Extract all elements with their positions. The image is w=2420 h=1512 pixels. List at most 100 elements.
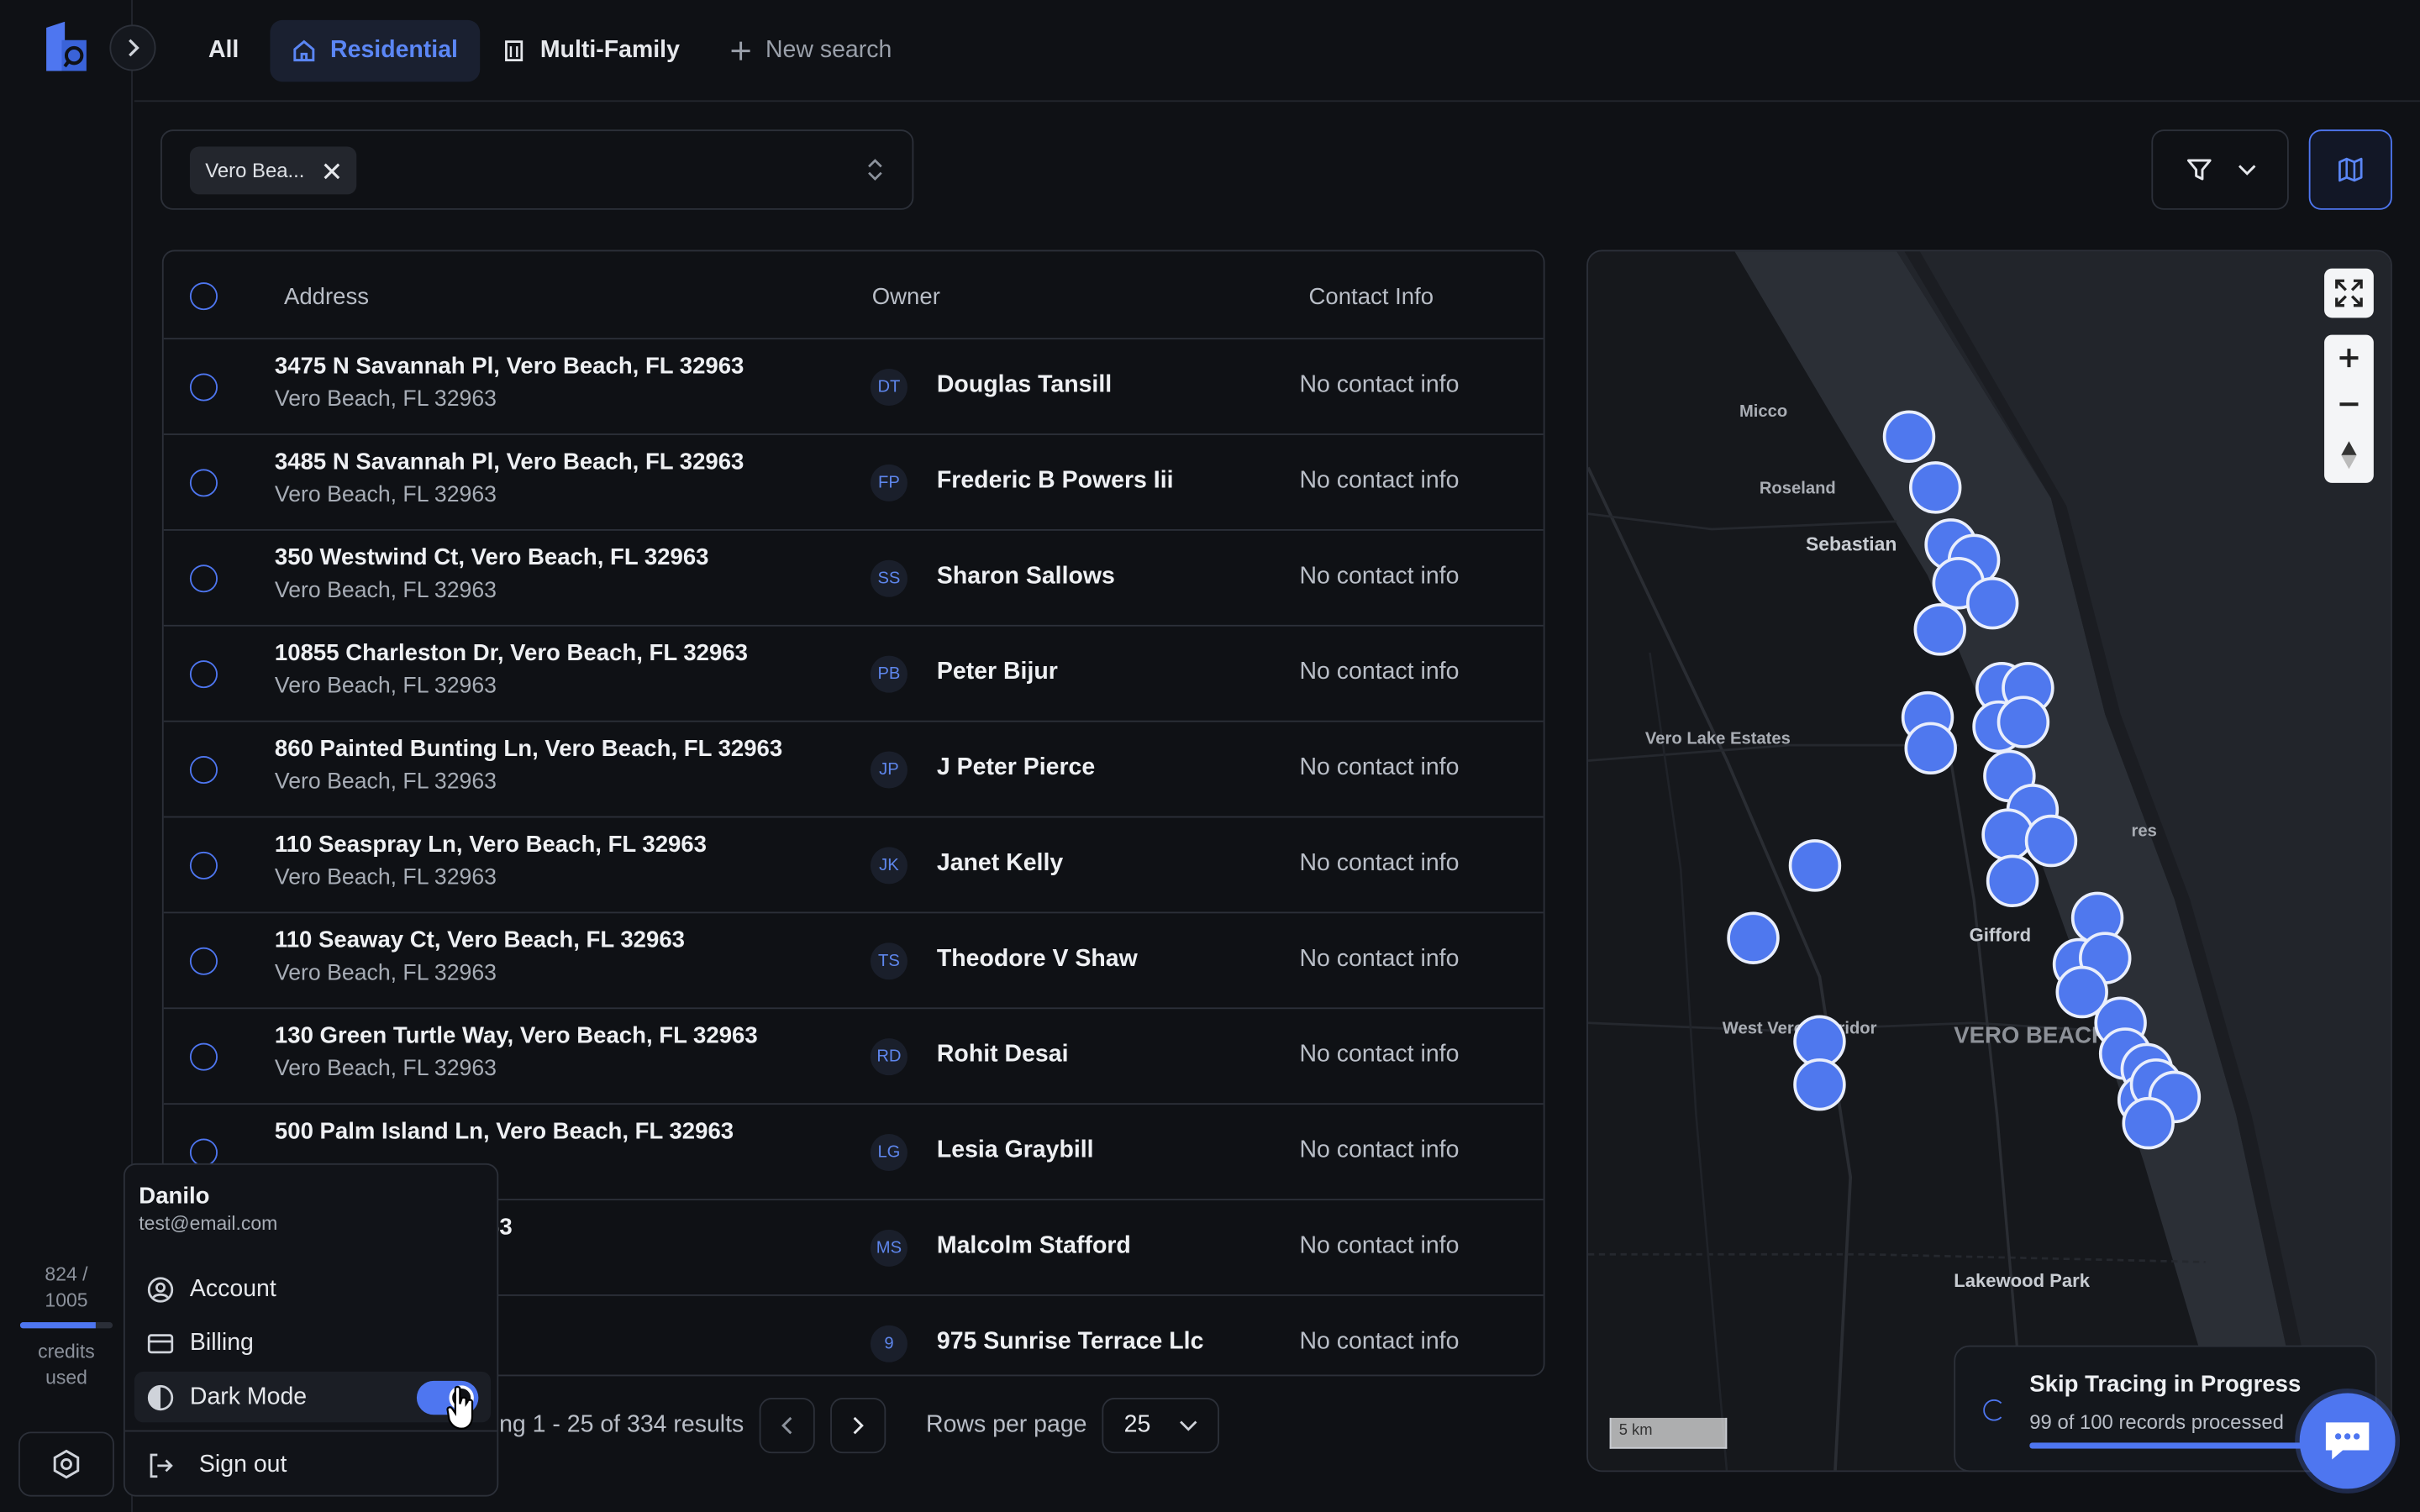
menu-item-sign-out-label: Sign out [198,1451,287,1478]
property-marker[interactable] [1965,576,2019,630]
settings-button[interactable] [18,1431,114,1497]
location-chip[interactable]: Vero Bea... [189,146,357,195]
address-line-1: 130 Green Turtle Way, Vero Beach, FL 329… [274,1022,758,1049]
credits-meter: 824 / 1005 credits used [0,1262,133,1391]
row-select-radio[interactable] [189,660,218,689]
property-marker[interactable] [1913,603,1966,656]
tab-multi-family[interactable]: Multi-Family [480,20,701,81]
address-line-1: 3485 N Savannah Pl, Vero Beach, FL 32963 [274,449,744,475]
sign-out-icon [150,1452,173,1478]
property-marker[interactable] [1788,839,1842,892]
property-marker[interactable] [1727,911,1780,964]
owner-name: Lesia Graybill [936,1137,1094,1163]
column-header-address[interactable]: Address [284,284,369,310]
row-select-radio[interactable] [189,1138,218,1167]
owner-name: Malcolm Stafford [936,1232,1131,1259]
property-marker[interactable] [1793,1058,1846,1111]
rows-per-page-label: Rows per page [926,1411,1087,1438]
row-select-radio[interactable] [189,1042,218,1071]
select-all-radio[interactable] [189,282,218,311]
contact-info: No contact info [1299,850,1460,877]
table-row[interactable]: 110 Seaspray Ln, Vero Beach, FL 32963 Ver… [163,816,1544,912]
zoom-controls [2324,334,2374,483]
contact-info: No contact info [1299,563,1460,590]
tab-all-label: All [208,37,239,64]
fullscreen-button[interactable] [2324,268,2374,318]
table-row[interactable]: 350 Westwind Ct, Vero Beach, FL 32963 Ver… [163,528,1544,625]
owner-name: Frederic B Powers Iii [936,467,1174,494]
property-map[interactable]: Micco Roseland Sebastian Vero Lake Estat… [1586,249,2392,1473]
address-line-1: 3475 N Savannah Pl, Vero Beach, FL 32963 [274,353,744,380]
table-row[interactable]: 130 Green Turtle Way, Vero Beach, FL 329… [163,1007,1544,1103]
zoom-in-button[interactable] [2338,347,2360,369]
map-view-toggle[interactable] [2308,129,2392,210]
fullscreen-icon [2335,279,2363,307]
sidebar-expand-button[interactable] [109,24,156,71]
table-row[interactable]: 10855 Charleston Dr, Vero Beach, FL 3296… [163,624,1544,721]
table-row[interactable]: 3485 N Savannah Pl, Vero Beach, FL 32963… [163,433,1544,529]
owner-name: J Peter Pierce [936,754,1096,781]
property-marker[interactable] [2122,1096,2175,1150]
menu-item-billing-label: Billing [189,1329,254,1356]
location-search-input[interactable]: Vero Bea... [160,129,914,210]
menu-item-account[interactable]: Account [134,1263,491,1315]
app-logo-icon[interactable] [43,21,89,74]
sidebar: 824 / 1005 credits used [0,0,133,1512]
chat-support-button[interactable] [2299,1393,2396,1489]
results-count: ing 1 - 25 of 334 results [493,1411,744,1438]
property-marker[interactable] [1904,722,1957,775]
owner-name: 975 Sunrise Terrace Llc [936,1328,1204,1355]
home-icon [293,39,315,62]
map-label-vero-beach: VERO BEACH [1954,1022,2108,1049]
address-line-2: Vero Beach, FL 32963 [274,769,497,795]
menu-item-sign-out[interactable]: Sign out [134,1440,491,1491]
zoom-out-button[interactable] [2338,393,2360,415]
property-marker[interactable] [2024,814,2078,868]
app-root: 824 / 1005 credits used All Residential … [0,0,2420,1512]
next-page-button[interactable] [830,1398,886,1454]
chevron-right-icon [129,39,139,57]
row-select-radio[interactable] [189,755,218,785]
property-marker[interactable] [1996,696,2050,748]
column-header-contact[interactable]: Contact Info [1309,284,1434,310]
credit-card-icon [147,1333,174,1353]
close-icon[interactable] [323,161,341,180]
filter-button[interactable] [2151,129,2289,210]
row-select-radio[interactable] [189,469,218,497]
owner-avatar: RD [870,1038,908,1076]
contrast-icon [147,1383,174,1410]
previous-page-button[interactable] [759,1398,815,1454]
credits-caption-2: used [45,1367,87,1389]
property-marker[interactable] [1986,854,2039,907]
address-line-1: 500 Palm Island Ln, Vero Beach, FL 32963 [274,1118,734,1145]
menu-item-dark-mode-label: Dark Mode [189,1383,308,1410]
map-scale-bar: 5 km [1609,1417,1728,1449]
menu-item-billing[interactable]: Billing [134,1318,491,1369]
column-header-owner[interactable]: Owner [872,284,940,310]
tab-residential[interactable]: Residential [270,19,480,82]
hand-cursor-icon [446,1385,474,1430]
row-select-radio[interactable] [189,564,218,593]
row-select-radio[interactable] [189,851,218,879]
table-row[interactable]: 860 Painted Bunting Ln, Vero Beach, FL 3… [163,720,1544,816]
top-bar: All Residential Multi-Family New search [134,0,2420,102]
new-search-button[interactable]: New search [708,20,913,81]
rows-per-page-select[interactable]: 25 [1102,1398,1220,1454]
tab-all[interactable]: All [187,20,260,81]
table-row[interactable]: 110 Seaway Ct, Vero Beach, FL 32963 Vero … [163,911,1544,1007]
table-row[interactable]: 3475 N Savannah Pl, Vero Beach, FL 32963… [163,338,1544,433]
menu-item-dark-mode[interactable]: Dark Mode [134,1371,492,1423]
owner-name: Theodore V Shaw [936,945,1138,973]
row-select-radio[interactable] [189,947,218,975]
table-header: Address Owner Contact Info [164,251,1544,341]
plus-icon [2339,349,2359,368]
chevron-up-down-icon[interactable] [865,156,884,184]
contact-info: No contact info [1299,659,1460,685]
row-select-radio[interactable] [189,373,218,402]
property-marker[interactable] [1908,461,1962,514]
owner-avatar: FP [870,464,908,501]
address-line-1: 10855 Charleston Dr, Vero Beach, FL 3296… [274,640,748,667]
reset-bearing-button[interactable] [2339,439,2358,470]
property-marker[interactable] [1882,410,1936,464]
map-label-roseland: Roseland [1759,480,1836,499]
